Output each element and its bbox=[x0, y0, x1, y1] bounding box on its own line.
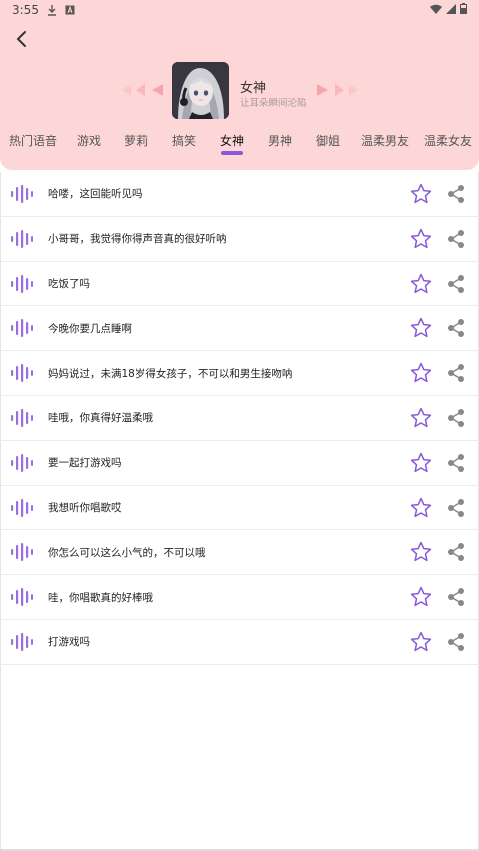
tab-loli[interactable]: 萝莉 bbox=[124, 132, 148, 160]
wifi-icon bbox=[430, 3, 442, 17]
share-icon[interactable] bbox=[446, 184, 466, 204]
left-decoration-icon bbox=[122, 84, 163, 96]
star-icon[interactable] bbox=[409, 630, 433, 654]
list-item-text: 打游戏吗 bbox=[48, 636, 90, 649]
list-item[interactable]: 今晚你要几点睡啊 bbox=[0, 306, 479, 352]
tab-label: 搞笑 bbox=[172, 134, 197, 148]
list-item[interactable]: 你怎么可以这么小气的，不可以哦 bbox=[0, 530, 479, 576]
list-item-text: 吃饭了吗 bbox=[48, 277, 90, 290]
hero: 女神 让耳朵瞬间沦陷 bbox=[0, 60, 479, 120]
tab-royal-sister[interactable]: 御姐 bbox=[316, 132, 340, 160]
audio-wave-icon[interactable] bbox=[11, 229, 33, 248]
share-icon[interactable] bbox=[446, 632, 466, 652]
page-title: 女神 bbox=[240, 81, 267, 96]
share-icon[interactable] bbox=[446, 453, 466, 473]
audio-wave-icon[interactable] bbox=[11, 453, 33, 472]
share-icon[interactable] bbox=[446, 318, 466, 338]
list-item[interactable]: 打游戏吗 bbox=[0, 620, 479, 665]
audio-wave-icon[interactable] bbox=[11, 274, 33, 293]
status-bar: 3:55 bbox=[0, 0, 479, 20]
share-icon[interactable] bbox=[446, 408, 466, 428]
list-item-text: 哈喽，这回能听见吗 bbox=[48, 188, 143, 201]
audio-wave-icon[interactable] bbox=[11, 632, 33, 651]
tab-funny[interactable]: 搞笑 bbox=[172, 132, 196, 160]
category-tabs: 热门语音 游戏 萝莉 搞笑 女神 男神 御姐 温柔男友 温柔女友 bbox=[0, 132, 479, 160]
tab-hot-voice[interactable]: 热门语音 bbox=[9, 132, 57, 160]
list-item-text: 小哥哥，我觉得你得声音真的很好听呐 bbox=[48, 233, 227, 246]
share-icon[interactable] bbox=[446, 229, 466, 249]
audio-wave-icon[interactable] bbox=[11, 364, 33, 383]
active-tab-indicator bbox=[221, 151, 243, 155]
tab-label: 热门语音 bbox=[9, 134, 58, 148]
right-decoration-icon bbox=[317, 84, 358, 96]
tab-label: 游戏 bbox=[77, 134, 102, 148]
tab-male-god[interactable]: 男神 bbox=[268, 132, 292, 160]
a-icon bbox=[65, 5, 75, 15]
list-item-text: 你怎么可以这么小气的，不可以哦 bbox=[48, 546, 206, 559]
list-item-text: 妈妈说过，未满18岁得女孩子，不可以和男生接吻呐 bbox=[48, 367, 293, 380]
audio-wave-icon[interactable] bbox=[11, 543, 33, 562]
star-icon[interactable] bbox=[409, 182, 433, 206]
star-icon[interactable] bbox=[409, 272, 433, 296]
star-icon[interactable] bbox=[409, 406, 433, 430]
header: 3:55 女神 让耳朵瞬间沦陷 热门语音 游戏 萝莉 搞笑 女神 男神 御姐 温… bbox=[0, 0, 479, 170]
status-time: 3:55 bbox=[12, 3, 39, 17]
share-icon[interactable] bbox=[446, 498, 466, 518]
list-item[interactable]: 要一起打游戏吗 bbox=[0, 441, 479, 486]
share-icon[interactable] bbox=[446, 363, 466, 383]
list-item[interactable]: 吃饭了吗 bbox=[0, 262, 479, 307]
list-item[interactable]: 哇，你唱歌真的好棒哦 bbox=[0, 575, 479, 620]
tab-gentle-boyfriend[interactable]: 温柔男友 bbox=[361, 132, 409, 160]
star-icon[interactable] bbox=[409, 585, 433, 609]
list-item[interactable]: 小哥哥，我觉得你得声音真的很好听呐 bbox=[0, 217, 479, 262]
star-icon[interactable] bbox=[409, 540, 433, 564]
audio-wave-icon[interactable] bbox=[11, 588, 33, 607]
tab-label: 温柔男友 bbox=[361, 134, 410, 148]
tab-label: 萝莉 bbox=[124, 134, 149, 148]
tab-gentle-girlfriend[interactable]: 温柔女友 bbox=[424, 132, 472, 160]
share-icon[interactable] bbox=[446, 542, 466, 562]
list-item-text: 要一起打游戏吗 bbox=[48, 457, 122, 470]
avatar bbox=[172, 62, 229, 119]
chevron-left-icon bbox=[16, 31, 26, 47]
list-item[interactable]: 妈妈说过，未满18岁得女孩子，不可以和男生接吻呐 bbox=[0, 351, 479, 396]
star-icon[interactable] bbox=[409, 227, 433, 251]
signal-icon bbox=[446, 3, 456, 17]
list-item[interactable]: 哈喽，这回能听见吗 bbox=[0, 172, 479, 217]
battery-icon bbox=[460, 3, 467, 17]
list-item-text: 哇哦，你真得好温柔哦 bbox=[48, 412, 153, 425]
star-icon[interactable] bbox=[409, 451, 433, 475]
status-right-icons bbox=[430, 3, 467, 17]
audio-wave-icon[interactable] bbox=[11, 185, 33, 203]
star-icon[interactable] bbox=[409, 361, 433, 385]
tab-label: 温柔女友 bbox=[424, 134, 473, 148]
list-item[interactable]: 我想听你唱歌哎 bbox=[0, 486, 479, 531]
list-item-text: 哇，你唱歌真的好棒哦 bbox=[48, 591, 153, 604]
audio-wave-icon[interactable] bbox=[11, 408, 33, 427]
tab-game[interactable]: 游戏 bbox=[77, 132, 101, 160]
tab-label: 女神 bbox=[220, 134, 245, 148]
tab-label: 御姐 bbox=[316, 134, 341, 148]
share-icon[interactable] bbox=[446, 274, 466, 294]
list-item-text: 我想听你唱歌哎 bbox=[48, 501, 122, 514]
list-item-text: 今晚你要几点睡啊 bbox=[48, 322, 132, 335]
back-button[interactable] bbox=[8, 26, 34, 52]
share-icon[interactable] bbox=[446, 587, 466, 607]
tab-goddess[interactable]: 女神 bbox=[220, 132, 244, 160]
list-item[interactable]: 哇哦，你真得好温柔哦 bbox=[0, 396, 479, 441]
tab-label: 男神 bbox=[268, 134, 293, 148]
download-icon bbox=[47, 4, 57, 16]
audio-wave-icon[interactable] bbox=[11, 319, 33, 338]
star-icon[interactable] bbox=[409, 316, 433, 340]
voice-list: 哈喽，这回能听见吗 小哥哥，我觉得你得声音真的很好听呐 吃饭了吗 今晚你要几点睡… bbox=[0, 172, 479, 665]
star-icon[interactable] bbox=[409, 496, 433, 520]
audio-wave-icon[interactable] bbox=[11, 498, 33, 517]
page-subtitle: 让耳朵瞬间沦陷 bbox=[240, 98, 307, 109]
